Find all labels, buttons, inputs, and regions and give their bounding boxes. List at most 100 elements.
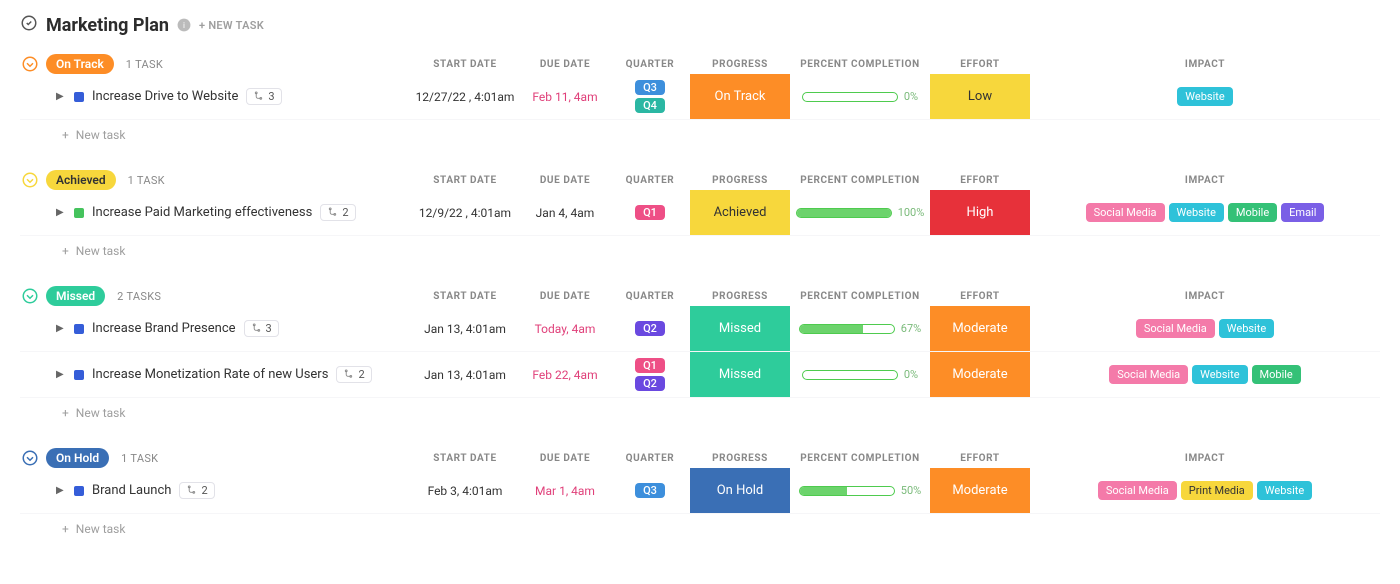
expand-icon[interactable]: ▶ [56, 91, 66, 102]
task-row[interactable]: ▶ Increase Paid Marketing effectiveness … [20, 190, 1380, 236]
new-task-row[interactable]: + New task [20, 398, 1380, 420]
start-date-cell[interactable]: 12/9/22 , 4:01am [410, 206, 520, 220]
group-status-pill[interactable]: Missed [46, 286, 105, 306]
impact-cell[interactable]: Website [1030, 87, 1380, 106]
group-status-pill[interactable]: On Hold [46, 448, 109, 468]
group-status-pill[interactable]: On Track [46, 54, 114, 74]
percent-cell[interactable]: 0% [790, 90, 930, 103]
new-task-row[interactable]: + New task [20, 514, 1380, 536]
impact-tag[interactable]: Website [1177, 87, 1232, 106]
quarter-badge[interactable]: Q2 [635, 376, 665, 391]
expand-icon[interactable]: ▶ [56, 207, 66, 218]
quarter-badge[interactable]: Q3 [635, 80, 665, 95]
quarter-badge[interactable]: Q2 [635, 321, 665, 336]
impact-tag[interactable]: Social Media [1109, 365, 1188, 384]
group-status-pill[interactable]: Achieved [46, 170, 116, 190]
impact-tag[interactable]: Email [1281, 203, 1324, 222]
effort-badge: Low [930, 74, 1030, 119]
impact-tag[interactable]: Social Media [1086, 203, 1165, 222]
task-name[interactable]: Brand Launch [92, 483, 171, 498]
group-collapse-icon[interactable] [20, 54, 40, 74]
quarter-cell[interactable]: Q3Q4 [610, 80, 690, 113]
percent-cell[interactable]: 100% [790, 206, 930, 219]
impact-cell[interactable]: Social MediaWebsiteMobileEmail [1030, 203, 1380, 222]
new-task-row[interactable]: + New task [20, 120, 1380, 142]
quarter-badge[interactable]: Q4 [635, 98, 665, 113]
impact-tag[interactable]: Website [1192, 365, 1247, 384]
task-cells: Feb 3, 4:01am Mar 1, 4am Q3 On Hold 50% … [410, 468, 1380, 513]
impact-tag[interactable]: Website [1257, 481, 1312, 500]
task-name[interactable]: Increase Monetization Rate of new Users [92, 367, 328, 382]
task-row[interactable]: ▶ Brand Launch 2 Feb 3, 4:01am Mar 1, 4a… [20, 468, 1380, 514]
progress-cell[interactable]: Missed [690, 306, 790, 351]
task-row[interactable]: ▶ Increase Brand Presence 3 Jan 13, 4:01… [20, 306, 1380, 352]
group-collapse-icon[interactable] [20, 286, 40, 306]
start-date-cell[interactable]: Jan 13, 4:01am [410, 322, 520, 336]
task-row[interactable]: ▶ Increase Drive to Website 3 12/27/22 ,… [20, 74, 1380, 120]
info-icon[interactable]: i [177, 18, 191, 32]
subtasks-count: 3 [268, 90, 274, 103]
impact-cell[interactable]: Social MediaWebsite [1030, 319, 1380, 338]
collapse-all-icon[interactable] [20, 14, 38, 36]
effort-cell[interactable]: Low [930, 74, 1030, 119]
percent-cell[interactable]: 0% [790, 368, 930, 381]
expand-icon[interactable]: ▶ [56, 369, 66, 380]
group-collapse-icon[interactable] [20, 170, 40, 190]
quarter-badge[interactable]: Q3 [635, 483, 665, 498]
effort-cell[interactable]: Moderate [930, 306, 1030, 351]
effort-cell[interactable]: Moderate [930, 352, 1030, 397]
progress-bar [802, 370, 898, 380]
subtasks-chip[interactable]: 2 [320, 204, 355, 221]
task-name[interactable]: Increase Paid Marketing effectiveness [92, 205, 312, 220]
quarter-cell[interactable]: Q1 [610, 205, 690, 220]
task-row[interactable]: ▶ Increase Monetization Rate of new User… [20, 352, 1380, 398]
progress-cell[interactable]: On Hold [690, 468, 790, 513]
quarter-badge[interactable]: Q1 [635, 205, 665, 220]
impact-tag[interactable]: Print Media [1181, 481, 1253, 500]
progress-badge: Missed [690, 352, 790, 397]
due-date-cell[interactable]: Today, 4am [520, 322, 610, 336]
impact-cell[interactable]: Social MediaWebsite Mobile [1030, 365, 1380, 384]
col-start-date: START DATE [410, 291, 520, 302]
subtasks-chip[interactable]: 3 [244, 320, 279, 337]
quarter-cell[interactable]: Q1Q2 [610, 358, 690, 391]
due-date-cell[interactable]: Mar 1, 4am [520, 484, 610, 498]
progress-bar [802, 92, 898, 102]
quarter-cell[interactable]: Q3 [610, 483, 690, 498]
quarter-cell[interactable]: Q2 [610, 321, 690, 336]
percent-cell[interactable]: 67% [790, 322, 930, 335]
impact-tag[interactable]: Mobile [1252, 365, 1301, 384]
progress-badge: On Track [690, 74, 790, 119]
subtasks-chip[interactable]: 3 [246, 88, 281, 105]
subtasks-chip[interactable]: 2 [336, 366, 371, 383]
effort-cell[interactable]: High [930, 190, 1030, 235]
group-collapse-icon[interactable] [20, 448, 40, 468]
start-date-cell[interactable]: Feb 3, 4:01am [410, 484, 520, 498]
due-date-cell[interactable]: Jan 4, 4am [520, 206, 610, 220]
task-name[interactable]: Increase Brand Presence [92, 321, 236, 336]
percent-cell[interactable]: 50% [790, 484, 930, 497]
expand-icon[interactable]: ▶ [56, 485, 66, 496]
impact-cell[interactable]: Social MediaPrint MediaWebsite [1030, 481, 1380, 500]
impact-tag[interactable]: Website [1169, 203, 1224, 222]
svg-text:i: i [183, 20, 185, 30]
progress-cell[interactable]: Achieved [690, 190, 790, 235]
new-task-button[interactable]: + NEW TASK [199, 19, 264, 32]
quarter-badge[interactable]: Q1 [635, 358, 665, 373]
new-task-row[interactable]: + New task [20, 236, 1380, 258]
impact-tag[interactable]: Social Media [1098, 481, 1177, 500]
task-name[interactable]: Increase Drive to Website [92, 89, 238, 104]
start-date-cell[interactable]: Jan 13, 4:01am [410, 368, 520, 382]
due-date-cell[interactable]: Feb 11, 4am [520, 90, 610, 104]
col-impact: IMPACT [1030, 291, 1380, 302]
impact-tag[interactable]: Website [1219, 319, 1274, 338]
effort-cell[interactable]: Moderate [930, 468, 1030, 513]
start-date-cell[interactable]: 12/27/22 , 4:01am [410, 90, 520, 104]
due-date-cell[interactable]: Feb 22, 4am [520, 368, 610, 382]
subtasks-chip[interactable]: 2 [179, 482, 214, 499]
progress-cell[interactable]: Missed [690, 352, 790, 397]
impact-tag[interactable]: Mobile [1228, 203, 1277, 222]
progress-cell[interactable]: On Track [690, 74, 790, 119]
impact-tag[interactable]: Social Media [1136, 319, 1215, 338]
expand-icon[interactable]: ▶ [56, 323, 66, 334]
